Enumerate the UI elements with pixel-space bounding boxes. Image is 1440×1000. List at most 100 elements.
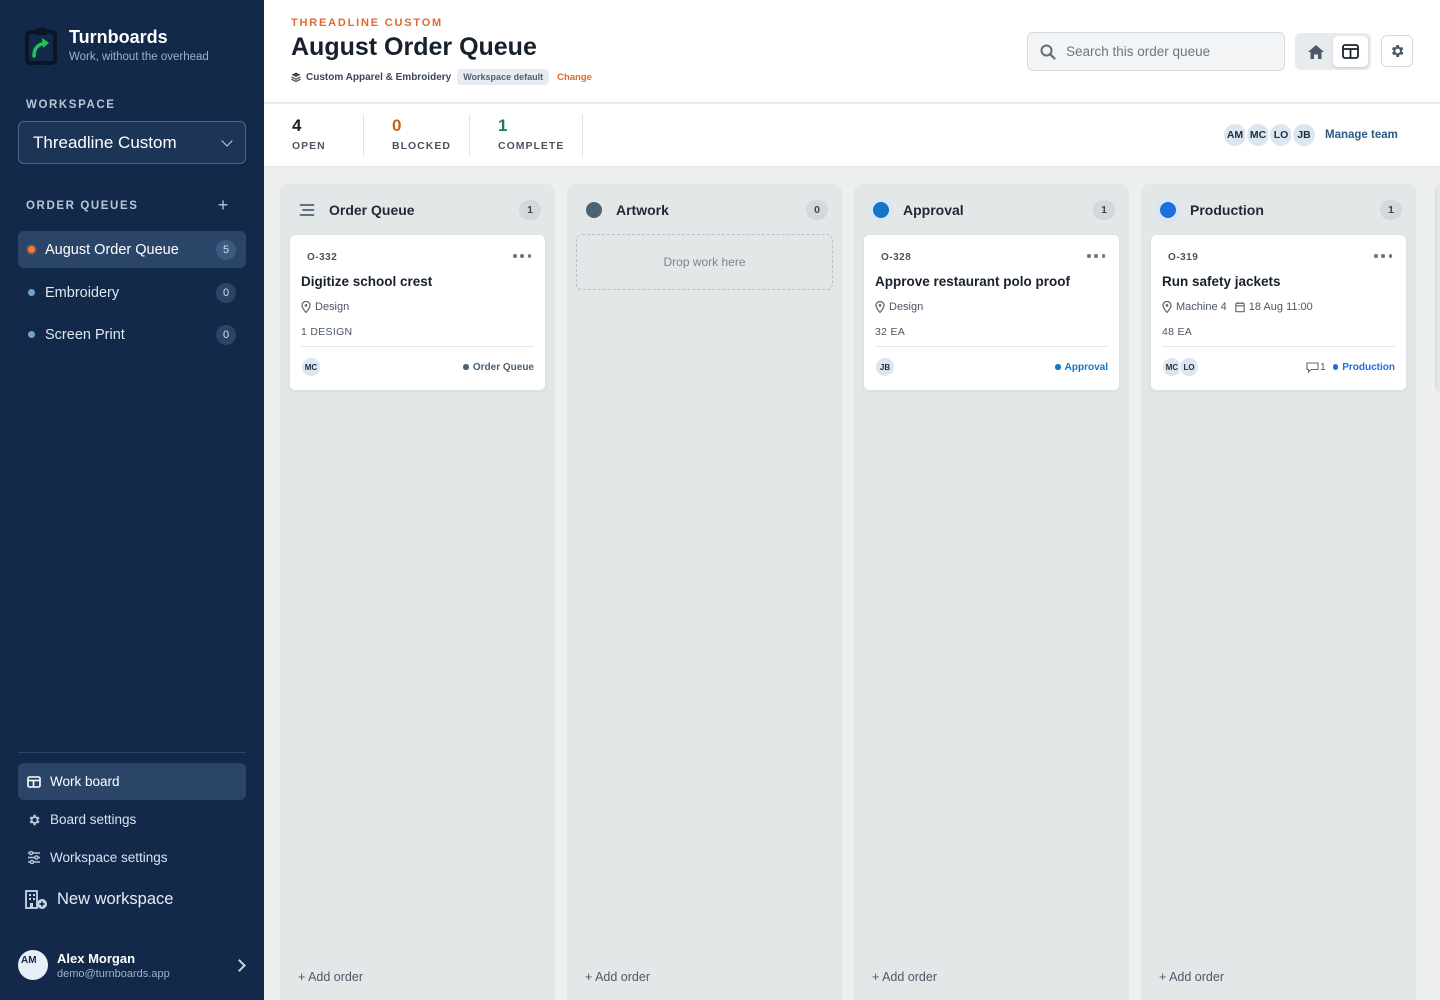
board-settings-button[interactable]: [1381, 35, 1413, 67]
nav-label: Work board: [50, 774, 120, 789]
location-pin-icon: [301, 301, 311, 313]
comment-count[interactable]: 1: [1306, 362, 1326, 373]
stat-blocked: 0 BLOCKED: [392, 116, 451, 158]
gear-icon: [1391, 45, 1404, 57]
order-quantity: 32 EA: [875, 326, 906, 338]
status-dot: [1332, 364, 1339, 370]
order-quantity: 48 EA: [1162, 326, 1193, 338]
building-add-icon: [25, 890, 47, 909]
workspace-select-value: Threadline Custom: [33, 132, 177, 152]
nav-board-settings[interactable]: Board settings: [18, 801, 246, 838]
brand-name: Turnboards: [69, 27, 168, 47]
search-box[interactable]: [1027, 32, 1285, 71]
order-card[interactable]: O-328 Approve restaurant polo proof Desi…: [863, 234, 1120, 391]
sidebar-divider: [18, 752, 246, 753]
calendar-icon: [1234, 302, 1245, 313]
drop-zone[interactable]: Drop work here: [576, 234, 833, 290]
add-order-button[interactable]: + Add order: [872, 970, 937, 984]
queue-item-embroidery[interactable]: Embroidery 0: [18, 274, 246, 311]
queue-item-august-order-queue[interactable]: August Order Queue 5: [18, 231, 246, 268]
search-input[interactable]: [1066, 44, 1266, 59]
brand[interactable]: Turnboards Work, without the overhead: [24, 26, 209, 66]
queue-item-label: August Order Queue: [45, 241, 179, 258]
status-label: Approval: [1064, 361, 1108, 373]
column-title: Artwork: [616, 202, 669, 218]
stat-divider: [582, 114, 583, 157]
stats-bar: 4 OPEN 0 BLOCKED 1 COMPLETE AM MC LO JB …: [264, 104, 1440, 167]
user-name: Alex Morgan: [57, 950, 136, 966]
column-artwork: Artwork 0 Drop work here + Add order: [567, 184, 842, 1000]
column-header: Production 1: [1141, 184, 1416, 236]
order-title: Digitize school crest: [301, 274, 433, 289]
team-members: AM MC LO JB Manage team: [1222, 122, 1398, 148]
avatar[interactable]: JB: [1291, 122, 1317, 148]
order-card[interactable]: O-319 Run safety jackets Machine 4 18 Au…: [1150, 234, 1407, 391]
workspace-select[interactable]: Threadline Custom: [18, 121, 246, 164]
nav-work-board[interactable]: Work board: [18, 763, 246, 800]
user-email: demo@turnboards.app: [57, 967, 170, 980]
status-dot: [463, 364, 469, 370]
stat-value: 4: [292, 116, 302, 135]
workspace-default-badge: Workspace default: [457, 69, 550, 85]
order-id: O-319: [1168, 252, 1199, 263]
add-order-button[interactable]: + Add order: [298, 970, 363, 984]
user-menu[interactable]: AM Alex Morgan demo@turnboards.app: [18, 948, 250, 982]
avatar: LO: [1179, 357, 1199, 377]
column-header: Approval 1: [854, 184, 1129, 236]
order-location: Design: [889, 301, 924, 313]
order-meta: Machine 4 18 Aug 11:00: [1162, 301, 1313, 313]
order-due-date: 18 Aug 11:00: [1248, 301, 1313, 313]
column-header: Artwork 0: [567, 184, 842, 236]
nav-workspace-settings[interactable]: Workspace settings: [18, 839, 246, 876]
order-card[interactable]: O-332 Digitize school crest Design 1 DES…: [289, 234, 546, 391]
order-id: O-328: [881, 252, 912, 263]
queue-status-dot: [28, 246, 35, 253]
manage-team-link[interactable]: Manage team: [1325, 129, 1398, 141]
column-order-queue: Order Queue 1 O-332 Digitize school cres…: [280, 184, 555, 1000]
column-count: 1: [519, 200, 541, 220]
avatar: JB: [875, 357, 895, 377]
nav-label: Board settings: [50, 812, 137, 827]
order-id: O-332: [307, 252, 338, 263]
queue-item-label: Screen Print: [45, 326, 125, 343]
add-order-button[interactable]: + Add order: [1159, 970, 1224, 984]
more-options-icon[interactable]: [1374, 250, 1392, 262]
change-link[interactable]: Change: [557, 72, 592, 83]
more-options-icon[interactable]: [1087, 250, 1105, 262]
circle-icon: [581, 197, 607, 223]
stat-divider: [469, 114, 470, 157]
queue-item-count: 0: [216, 282, 236, 303]
next-column-edge: [1435, 184, 1440, 394]
location-pin-icon: [875, 301, 885, 313]
card-divider: [875, 346, 1108, 347]
column-header: Order Queue 1: [280, 184, 555, 236]
stat-complete: 1 COMPLETE: [498, 116, 564, 158]
home-view-button[interactable]: [1298, 36, 1333, 67]
stat-open: 4 OPEN: [292, 116, 326, 158]
more-options-icon[interactable]: [513, 250, 531, 262]
comment-count-value: 1: [1320, 361, 1326, 373]
stat-value: 0: [392, 116, 402, 135]
order-title: Approve restaurant polo proof: [875, 274, 1071, 289]
clipboard-logo-icon: [25, 28, 57, 65]
queue-item-count: 5: [216, 239, 236, 260]
sidebar: Turnboards Work, without the overhead WO…: [0, 0, 264, 1000]
board-type-row: Custom Apparel & Embroidery Workspace de…: [291, 69, 592, 85]
add-queue-button[interactable]: +: [214, 196, 232, 214]
view-toggle: [1295, 33, 1371, 70]
circle-icon: [1155, 197, 1181, 223]
queue-status-dot: [28, 331, 35, 338]
queue-item-label: Embroidery: [45, 284, 120, 301]
add-order-button[interactable]: + Add order: [585, 970, 650, 984]
circle-icon: [868, 197, 894, 223]
workspace-eyebrow: THREADLINE CUSTOM: [291, 17, 444, 29]
location-pin-icon: [1162, 301, 1172, 313]
list-icon: [294, 197, 320, 223]
column-approval: Approval 1 O-328 Approve restaurant polo…: [854, 184, 1129, 1000]
queue-item-screen-print[interactable]: Screen Print 0: [18, 316, 246, 353]
board-view-button[interactable]: [1333, 36, 1368, 67]
order-quantity: 1 DESIGN: [301, 326, 353, 338]
brand-tagline: Work, without the overhead: [69, 51, 209, 63]
new-workspace-button[interactable]: New workspace: [24, 886, 173, 912]
search-icon: [1040, 44, 1056, 60]
